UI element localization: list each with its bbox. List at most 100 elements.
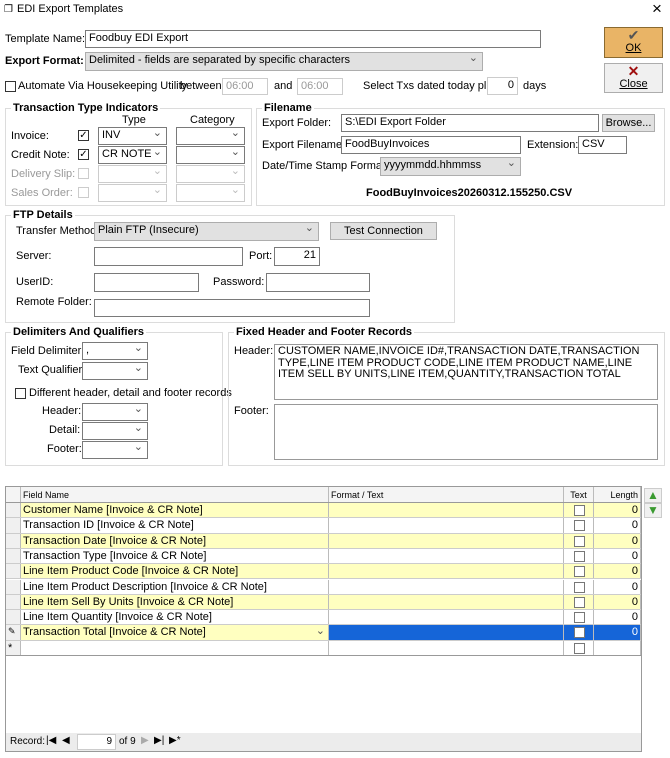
days-input[interactable]: 0: [487, 77, 518, 95]
format-cell[interactable]: [329, 503, 564, 518]
current-record-input[interactable]: 9: [77, 734, 116, 750]
length-cell[interactable]: 0: [594, 625, 641, 640]
server-input[interactable]: [94, 247, 243, 266]
text-cell[interactable]: [564, 518, 594, 533]
length-cell[interactable]: 0: [594, 533, 641, 548]
txn-category-select[interactable]: [176, 165, 245, 183]
txn-type-select[interactable]: INV: [98, 127, 167, 145]
table-row[interactable]: Line Item Product Code [Invoice & CR Not…: [6, 564, 641, 580]
port-input[interactable]: 21: [274, 247, 320, 266]
template-name-input[interactable]: Foodbuy EDI Export: [85, 30, 541, 48]
table-row[interactable]: ✎ Transaction Total [Invoice & CR Note] ⌄…: [6, 625, 641, 641]
browse-button[interactable]: Browse...: [602, 114, 655, 132]
detail-record-select[interactable]: [82, 422, 148, 440]
text-checkbox[interactable]: [574, 520, 585, 532]
row-selector[interactable]: [6, 594, 21, 610]
text-cell[interactable]: [564, 548, 594, 564]
length-cell[interactable]: 0: [594, 579, 641, 594]
txn-type-checkbox[interactable]: ✓: [78, 130, 89, 141]
stamp-format-select[interactable]: yyyymmdd.hhmmss: [380, 157, 521, 176]
password-input[interactable]: [266, 273, 370, 292]
field-delimiter-select[interactable]: ,: [82, 342, 148, 360]
row-selector[interactable]: [6, 579, 21, 594]
format-cell[interactable]: [329, 625, 564, 640]
header-record-select[interactable]: [82, 403, 148, 421]
table-row[interactable]: Line Item Quantity [Invoice & CR Note] 0: [6, 610, 641, 626]
text-cell[interactable]: [564, 564, 594, 579]
row-selector[interactable]: ✎: [6, 625, 21, 640]
text-checkbox[interactable]: [574, 505, 585, 516]
text-cell[interactable]: [564, 533, 594, 548]
new-record-button[interactable]: ▶*: [169, 735, 181, 746]
txn-category-select[interactable]: [176, 146, 245, 164]
first-record-button[interactable]: |◀: [46, 735, 56, 746]
length-cell[interactable]: 0: [594, 610, 641, 625]
text-cell[interactable]: [564, 579, 594, 594]
format-cell[interactable]: [329, 594, 564, 610]
txn-type-checkbox[interactable]: [78, 187, 89, 198]
text-checkbox[interactable]: [574, 612, 585, 624]
column-header-text[interactable]: Text: [564, 487, 594, 502]
field-name-cell[interactable]: Line Item Product Description [Invoice &…: [21, 579, 329, 594]
length-cell[interactable]: 0: [594, 503, 641, 518]
table-row[interactable]: Customer Name [Invoice & CR Note] 0: [6, 503, 641, 519]
text-checkbox[interactable]: [574, 566, 585, 578]
text-checkbox[interactable]: [574, 627, 585, 639]
row-selector[interactable]: [6, 518, 21, 533]
txn-type-select[interactable]: [98, 165, 167, 183]
field-name-cell[interactable]: Line Item Sell By Units [Invoice & CR No…: [21, 594, 329, 610]
transfer-method-select[interactable]: Plain FTP (Insecure): [94, 222, 319, 241]
length-cell[interactable]: 0: [594, 518, 641, 533]
fixed-footer-textarea[interactable]: [274, 404, 658, 460]
export-filename-input[interactable]: FoodBuyInvoices: [341, 136, 521, 154]
field-name-cell[interactable]: Transaction Type [Invoice & CR Note]: [21, 548, 329, 564]
format-cell[interactable]: [329, 564, 564, 579]
field-name-cell[interactable]: Transaction Date [Invoice & CR Note]: [21, 533, 329, 548]
table-row[interactable]: Line Item Sell By Units [Invoice & CR No…: [6, 594, 641, 611]
format-cell[interactable]: [329, 518, 564, 533]
userid-input[interactable]: [94, 273, 199, 292]
extension-input[interactable]: CSV: [578, 136, 627, 154]
text-cell[interactable]: [564, 625, 594, 640]
txn-category-select[interactable]: [176, 184, 245, 202]
text-checkbox[interactable]: [574, 596, 585, 608]
format-cell[interactable]: [329, 548, 564, 564]
length-cell[interactable]: 0: [594, 548, 641, 564]
row-selector[interactable]: [6, 564, 21, 579]
test-connection-button[interactable]: Test Connection: [330, 222, 437, 240]
field-name-cell[interactable]: Customer Name [Invoice & CR Note]: [21, 503, 329, 518]
text-cell[interactable]: [564, 610, 594, 625]
field-name-cell[interactable]: Transaction ID [Invoice & CR Note]: [21, 518, 329, 533]
table-row[interactable]: Transaction Date [Invoice & CR Note] 0: [6, 533, 641, 549]
field-name-cell[interactable]: Transaction Total [Invoice & CR Note] ⌄: [21, 625, 329, 640]
format-cell[interactable]: [329, 610, 564, 625]
table-row[interactable]: Transaction ID [Invoice & CR Note] 0: [6, 518, 641, 534]
length-cell[interactable]: 0: [594, 594, 641, 610]
text-qualifier-select[interactable]: [82, 362, 148, 380]
row-selector[interactable]: [6, 610, 21, 625]
different-records-checkbox[interactable]: [15, 388, 26, 399]
text-cell[interactable]: [564, 594, 594, 610]
footer-record-select[interactable]: [82, 441, 148, 459]
text-checkbox[interactable]: [574, 550, 585, 562]
text-checkbox[interactable]: [574, 642, 585, 654]
length-cell[interactable]: 0: [594, 564, 641, 579]
text-cell[interactable]: [564, 503, 594, 518]
column-header-format[interactable]: Format / Text: [329, 487, 564, 502]
format-cell[interactable]: [329, 579, 564, 594]
prev-record-button[interactable]: ◀: [62, 735, 70, 746]
export-format-select[interactable]: Delimited - fields are separated by spec…: [85, 52, 483, 71]
column-header-field-name[interactable]: Field Name: [21, 487, 329, 502]
table-row[interactable]: Transaction Type [Invoice & CR Note] 0: [6, 548, 641, 565]
remote-folder-input[interactable]: [94, 299, 370, 317]
format-cell[interactable]: [329, 533, 564, 548]
row-selector[interactable]: [6, 548, 21, 564]
field-name-cell[interactable]: Line Item Quantity [Invoice & CR Note]: [21, 610, 329, 625]
time-from-input[interactable]: 06:00: [222, 78, 268, 95]
fixed-header-textarea[interactable]: CUSTOMER NAME,INVOICE ID#,TRANSACTION DA…: [274, 344, 658, 400]
txn-type-checkbox[interactable]: [78, 168, 89, 179]
txn-category-select[interactable]: [176, 127, 245, 145]
time-to-input[interactable]: 06:00: [297, 78, 343, 95]
move-down-button[interactable]: ▼: [644, 503, 662, 518]
text-checkbox[interactable]: [574, 535, 585, 547]
